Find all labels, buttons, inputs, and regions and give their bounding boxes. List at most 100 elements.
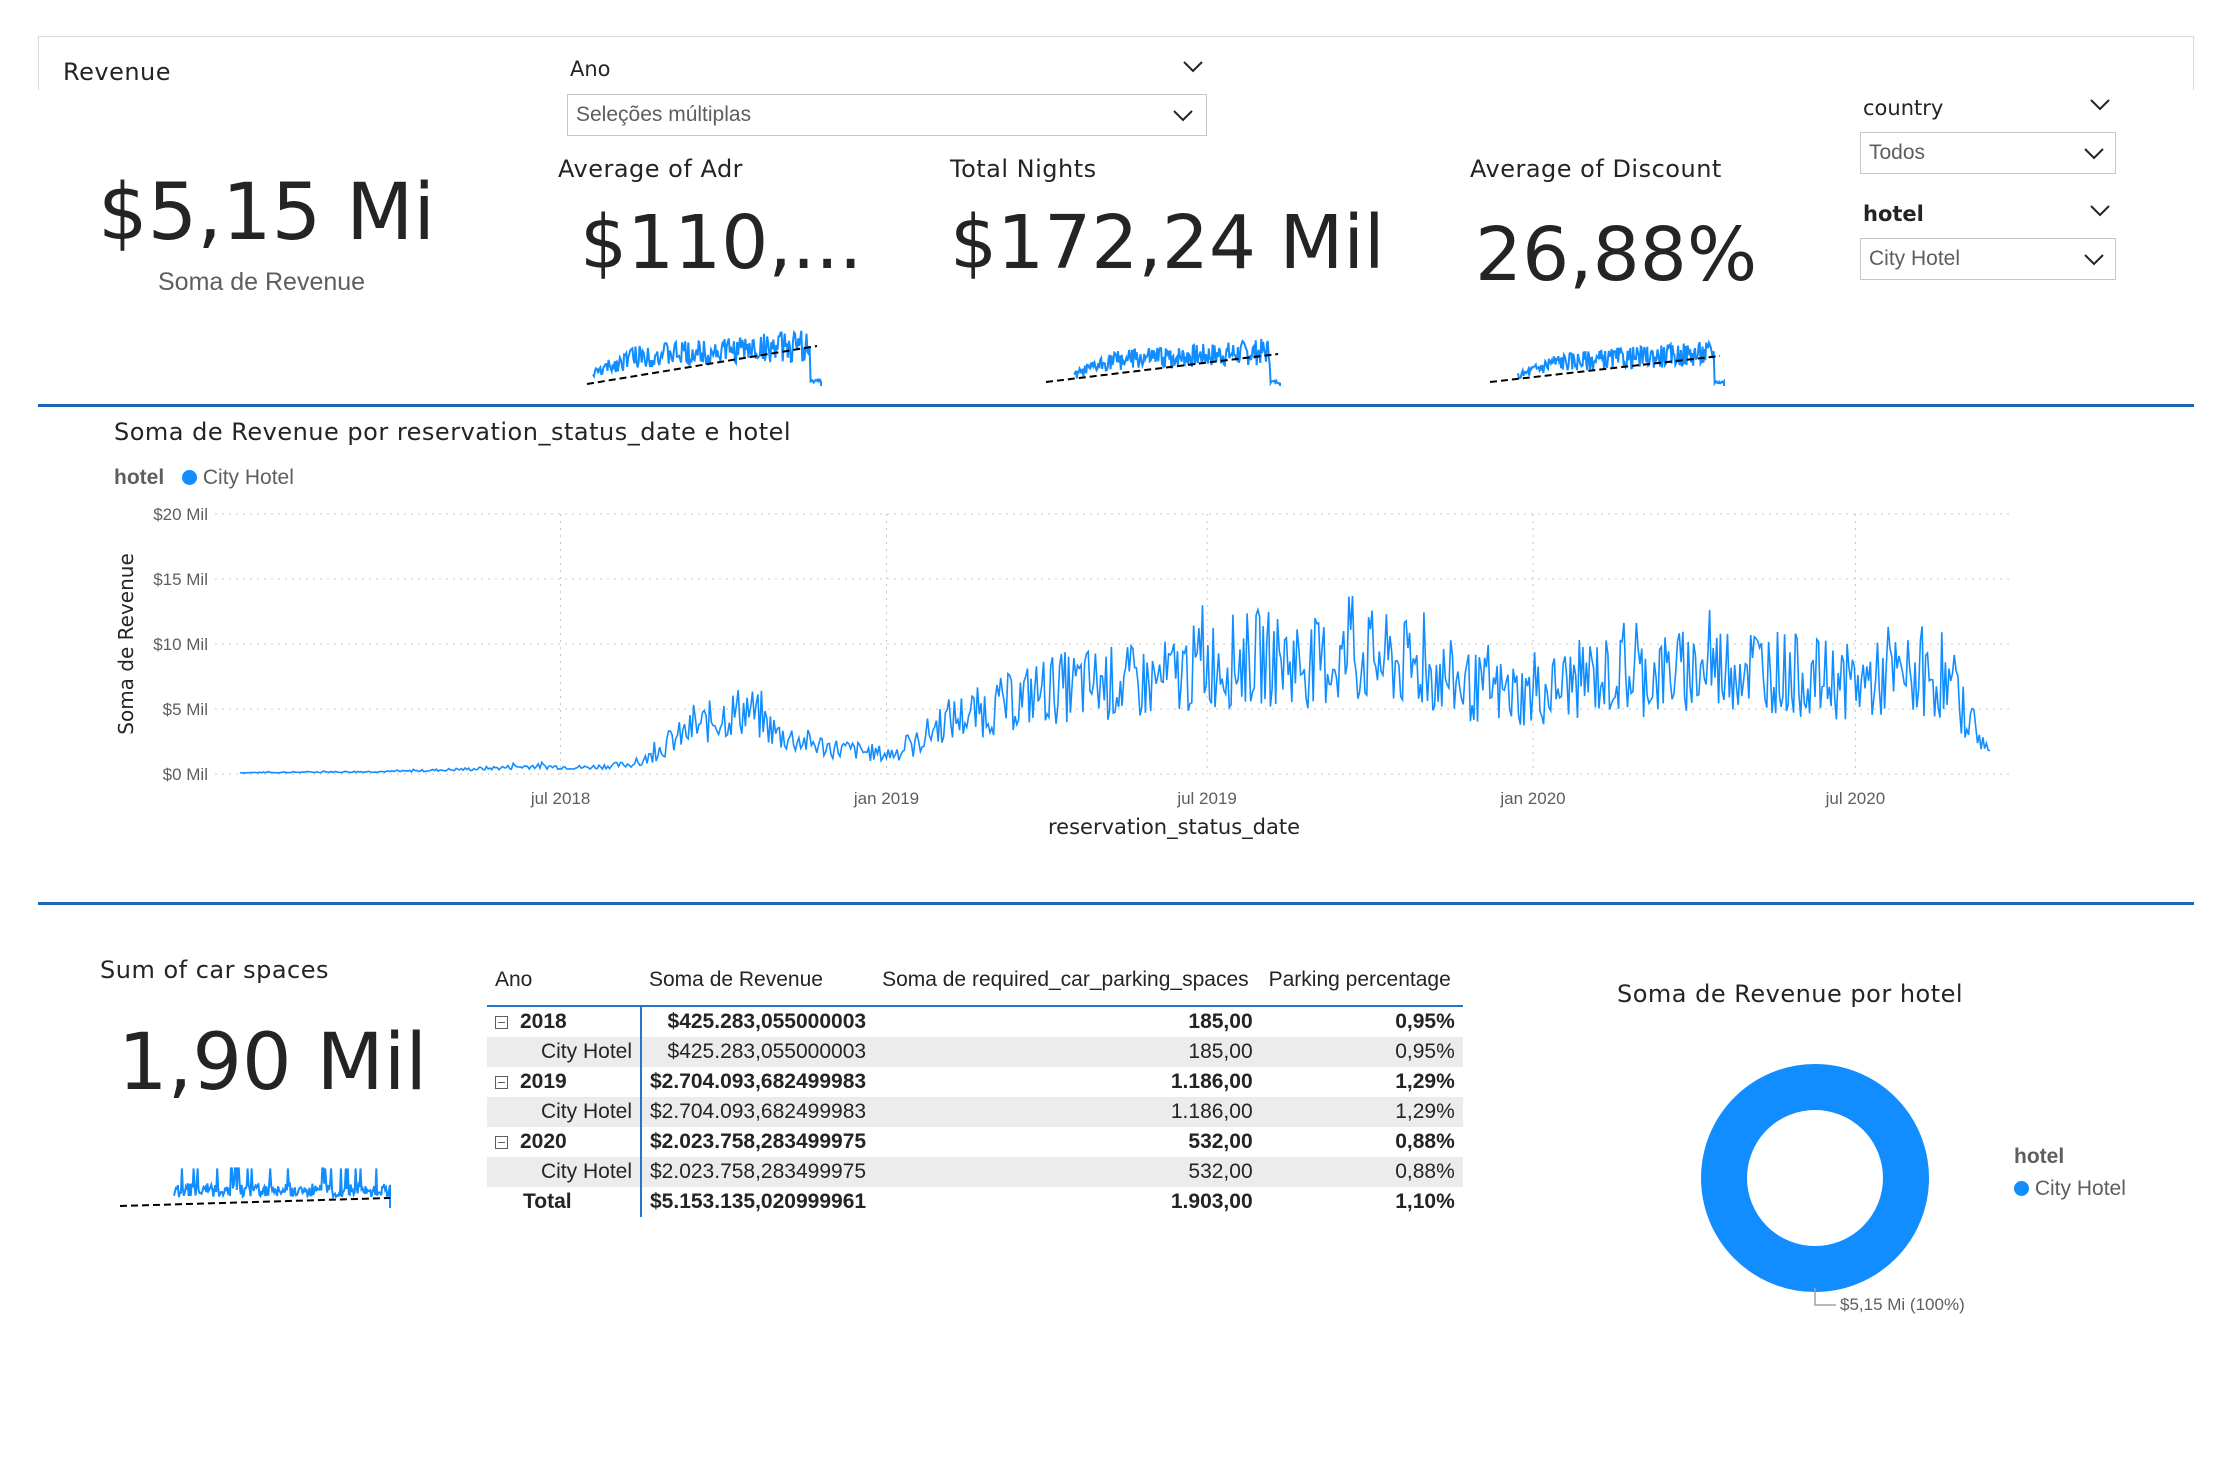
matrix-cell-spaces: 532,00 bbox=[874, 1157, 1261, 1187]
slicer-country-dropdown[interactable]: Todos bbox=[1860, 132, 2116, 174]
line-chart-legend[interactable]: hotel City Hotel bbox=[114, 466, 294, 490]
matrix-row-2019-city-hotel: City Hotel $2.704.093,682499983 1.186,00… bbox=[487, 1097, 1463, 1127]
line-chart-legend-title: hotel bbox=[114, 466, 165, 489]
donut-legend[interactable]: hotel City Hotel bbox=[2014, 1145, 2126, 1201]
matrix-header-pct[interactable]: Parking percentage bbox=[1261, 955, 1463, 1006]
matrix-row-label-text: Total bbox=[523, 1190, 572, 1213]
slicer-hotel-selected: City Hotel bbox=[1869, 247, 1961, 270]
matrix-cell-spaces: 185,00 bbox=[874, 1037, 1261, 1067]
line-series-city-hotel[interactable] bbox=[239, 595, 1991, 774]
line-chart-title: Soma de Revenue por reservation_status_d… bbox=[114, 418, 792, 446]
donut-label-leader bbox=[1814, 1288, 1836, 1306]
x-tick-label: jul 2019 bbox=[1176, 789, 1237, 808]
matrix-header-spaces[interactable]: Soma de required_car_parking_spaces bbox=[874, 955, 1261, 1006]
matrix-row-total: Total $5.153.135,020999961 1.903,00 1,10… bbox=[487, 1187, 1463, 1217]
slicer-hotel-header-chevron-icon[interactable] bbox=[2089, 204, 2111, 218]
matrix-cell-revenue: $2.023.758,283499975 bbox=[641, 1157, 875, 1187]
matrix-table-container: Ano Soma de Revenue Soma de required_car… bbox=[487, 955, 1463, 1217]
top-card-right-edge bbox=[2193, 36, 2194, 90]
matrix-row-2018: 2018 $425.283,055000003 185,00 0,95% bbox=[487, 1006, 1463, 1037]
slicer-ano-dropdown[interactable]: Seleções múltiplas bbox=[567, 94, 1207, 136]
matrix-cell-revenue: $2.704.093,682499983 bbox=[650, 1070, 867, 1093]
matrix-table: Ano Soma de Revenue Soma de required_car… bbox=[487, 955, 1463, 1217]
kpi-discount-spark-series bbox=[1517, 339, 1725, 387]
section-divider-bottom bbox=[38, 902, 2194, 905]
matrix-row-label-text: 2019 bbox=[520, 1070, 567, 1093]
matrix-cell-revenue: $2.023.758,283499975 bbox=[650, 1130, 867, 1153]
matrix-header-revenue[interactable]: Soma de Revenue bbox=[641, 955, 874, 1006]
matrix-row-label[interactable]: 2019 bbox=[487, 1067, 642, 1097]
slicer-country-header-chevron-icon[interactable] bbox=[2089, 98, 2111, 112]
slicer-hotel-title: hotel bbox=[1863, 202, 1924, 226]
matrix-header-ano[interactable]: Ano bbox=[487, 955, 641, 1006]
matrix-cell-pct: 0,95% bbox=[1260, 1037, 1463, 1067]
kpi-discount-title: Average of Discount bbox=[1470, 155, 1722, 183]
matrix-cell-revenue: $425.283,055000003 bbox=[667, 1010, 867, 1033]
kpi-car-trendline bbox=[119, 1197, 391, 1207]
donut-title: Soma de Revenue por hotel bbox=[1617, 980, 1964, 1008]
kpi-nights-spark-series bbox=[1073, 338, 1281, 387]
y-tick-label: $10 Mil bbox=[153, 635, 208, 654]
slicer-ano-title: Ano bbox=[570, 57, 611, 81]
matrix-cell-pct: 1,10% bbox=[1395, 1190, 1455, 1213]
matrix-row-label: City Hotel bbox=[487, 1157, 642, 1187]
matrix-cell-spaces: 1.186,00 bbox=[874, 1097, 1261, 1127]
kpi-car-value: 1,90 Mil bbox=[118, 1018, 428, 1108]
kpi-car-spark-series bbox=[173, 1167, 391, 1208]
top-card-left-edge bbox=[38, 36, 39, 90]
matrix-cell-pct: 1,29% bbox=[1260, 1097, 1463, 1127]
donut-legend-title: hotel bbox=[2014, 1145, 2065, 1168]
slicer-ano-header-chevron-icon[interactable] bbox=[1182, 60, 1204, 74]
matrix-row-label: City Hotel bbox=[487, 1037, 642, 1067]
x-tick-label: jan 2019 bbox=[853, 789, 919, 808]
revenue-card-title: Revenue bbox=[63, 58, 172, 86]
matrix-row-label[interactable]: 2018 bbox=[487, 1006, 642, 1037]
matrix-row-label: Total bbox=[487, 1187, 642, 1217]
line-chart[interactable]: $0 Mil $5 Mil $10 Mil $15 Mil $20 Mil jul 201… bbox=[100, 490, 2160, 890]
matrix-cell-revenue: $425.283,055000003 bbox=[641, 1037, 875, 1067]
donut-legend-item[interactable]: City Hotel bbox=[2014, 1177, 2126, 1201]
section-divider-top bbox=[38, 404, 2194, 407]
kpi-discount-value: 26,88% bbox=[1475, 212, 1758, 298]
kpi-nights-value: $172,24 Mil bbox=[950, 200, 1385, 286]
donut-slice-city-hotel bbox=[1701, 1064, 1929, 1292]
collapse-icon[interactable] bbox=[495, 1135, 508, 1149]
collapse-icon[interactable] bbox=[495, 1015, 508, 1029]
top-card-border bbox=[38, 36, 2194, 37]
y-tick-label: $20 Mil bbox=[153, 505, 208, 524]
matrix-cell-spaces: 532,00 bbox=[1188, 1130, 1253, 1153]
kpi-adr-sparkline bbox=[586, 329, 822, 386]
matrix-row-label-text: 2018 bbox=[520, 1010, 567, 1033]
donut-legend-item-label: City Hotel bbox=[2034, 1177, 2126, 1200]
kpi-nights-title: Total Nights bbox=[950, 155, 1097, 183]
x-tick-label: jul 2020 bbox=[1825, 789, 1886, 808]
matrix-row-2020: 2020 $2.023.758,283499975 532,00 0,88% bbox=[487, 1127, 1463, 1157]
slicer-ano-selected: Seleções múltiplas bbox=[576, 103, 752, 126]
legend-dot-icon bbox=[2014, 1181, 2029, 1196]
matrix-row-label: City Hotel bbox=[487, 1097, 642, 1127]
y-tick-label: $0 Mil bbox=[163, 765, 208, 784]
kpi-car-sparkline bbox=[119, 1167, 391, 1208]
donut-data-label: $5,15 Mi (100%) bbox=[1840, 1295, 1965, 1314]
y-axis-title: Soma de Revenue bbox=[114, 553, 138, 734]
matrix-cell-spaces: 1.186,00 bbox=[1170, 1070, 1253, 1093]
kpi-discount-sparkline bbox=[1489, 339, 1725, 387]
matrix-row-label[interactable]: 2020 bbox=[487, 1127, 642, 1157]
slicer-hotel-dropdown[interactable]: City Hotel bbox=[1860, 238, 2116, 280]
kpi-adr-title: Average of Adr bbox=[558, 155, 744, 183]
chevron-down-icon bbox=[2084, 148, 2104, 160]
donut-chart[interactable] bbox=[1690, 1058, 1950, 1318]
revenue-card-subtitle: Soma de Revenue bbox=[158, 268, 366, 296]
collapse-icon[interactable] bbox=[495, 1075, 508, 1089]
legend-dot-icon bbox=[182, 470, 198, 485]
x-axis-title: reservation_status_date bbox=[1048, 815, 1300, 840]
kpi-car-title: Sum of car spaces bbox=[100, 956, 330, 984]
matrix-row-2018-city-hotel: City Hotel $425.283,055000003 185,00 0,9… bbox=[487, 1037, 1463, 1067]
kpi-adr-spark-series bbox=[592, 329, 822, 386]
matrix-cell-pct: 0,88% bbox=[1395, 1130, 1455, 1153]
slicer-country-title: country bbox=[1863, 96, 1944, 120]
matrix-row-2019: 2019 $2.704.093,682499983 1.186,00 1,29% bbox=[487, 1067, 1463, 1097]
matrix-cell-revenue: $2.704.093,682499983 bbox=[641, 1097, 875, 1127]
matrix-cell-pct: 0,95% bbox=[1395, 1010, 1455, 1033]
kpi-nights-sparkline bbox=[1045, 338, 1281, 387]
